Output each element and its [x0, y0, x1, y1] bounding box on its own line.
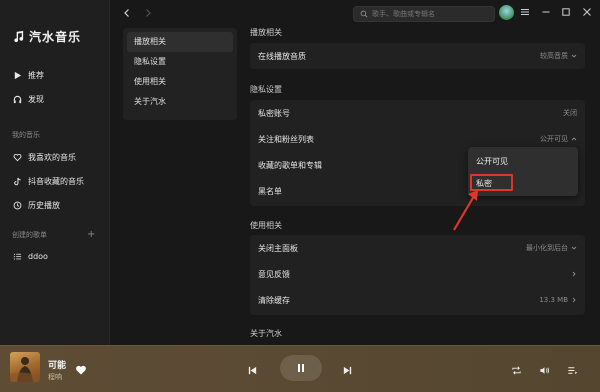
- previous-track-icon[interactable]: [246, 364, 258, 376]
- chevron-down-icon: [571, 246, 577, 250]
- nav-item-label: 历史播放: [28, 200, 60, 210]
- follow-list-select[interactable]: 公开可见: [540, 134, 577, 144]
- settings-tab-about[interactable]: 关于汽水: [127, 92, 233, 112]
- row-label: 关注和粉丝列表: [258, 134, 314, 144]
- nav-item-history[interactable]: 历史播放: [12, 198, 60, 212]
- app-logo: 汽水音乐: [12, 28, 81, 45]
- nav-item-label: 发现: [28, 94, 44, 104]
- section-title-about: 关于汽水: [250, 329, 282, 338]
- chevron-down-icon: [571, 54, 577, 58]
- album-art-icon: [10, 357, 40, 382]
- row-value: 关闭: [563, 109, 577, 117]
- nav-item-label: 我喜欢的音乐: [28, 152, 76, 162]
- nav-item-recommend[interactable]: 推荐: [12, 68, 44, 82]
- music-note-logo-icon: [14, 30, 24, 43]
- usage-card: 关闭主面板 最小化到后台 意见反馈 清除缓存 13.3 MB: [250, 235, 585, 315]
- chevron-right-icon: [572, 297, 576, 303]
- song-artist[interactable]: 程响: [48, 372, 62, 382]
- sidebar: 汽水音乐 推荐 发现 我的音乐 我喜欢的音乐 抖音收藏的音乐 历史播放 创建的歌…: [0, 0, 110, 345]
- app-name: 汽水音乐: [29, 30, 82, 44]
- section-title-playback: 播放相关: [250, 28, 282, 37]
- my-music-label: 我的音乐: [12, 131, 40, 139]
- repeat-icon[interactable]: [510, 364, 522, 376]
- next-track-icon[interactable]: [341, 364, 353, 376]
- close-panel-select[interactable]: 最小化到后台: [526, 243, 577, 253]
- row-label: 清除缓存: [258, 295, 290, 305]
- nav-item-liked-music[interactable]: 我喜欢的音乐: [12, 150, 76, 164]
- row-value: 公开可见: [540, 135, 568, 143]
- album-cover[interactable]: [10, 352, 40, 382]
- section-title-privacy: 隐私设置: [250, 85, 282, 94]
- back-arrow-icon[interactable]: [122, 8, 132, 18]
- playback-card: 在线播放音质 较高音质: [250, 43, 585, 69]
- playlist-item-ddoo[interactable]: ddoo: [12, 249, 48, 263]
- row-value: 13.3 MB: [539, 296, 568, 304]
- pause-button[interactable]: [280, 355, 322, 381]
- volume-icon[interactable]: [538, 364, 550, 376]
- settings-tab-usage[interactable]: 使用相关: [127, 72, 233, 92]
- row-value: 较高音质: [540, 52, 568, 60]
- row-private-account[interactable]: 私密账号 关闭: [250, 100, 585, 126]
- nav-item-douyin-favorites[interactable]: 抖音收藏的音乐: [12, 174, 84, 188]
- player-bar: 可能 程响: [0, 345, 600, 392]
- like-heart-icon[interactable]: [75, 364, 87, 376]
- option-public[interactable]: 公开可见: [476, 156, 508, 167]
- created-playlists-label: 创建的歌单: [12, 231, 47, 239]
- add-playlist-button[interactable]: +: [87, 229, 95, 240]
- chevron-right-icon: [572, 271, 576, 277]
- settings-tab-privacy[interactable]: 隐私设置: [127, 52, 233, 72]
- settings-menu: 播放相关 隐私设置 使用相关 关于汽水: [123, 28, 237, 120]
- row-value: [571, 271, 577, 277]
- playlist-queue-icon[interactable]: [566, 364, 578, 376]
- heart-icon: [12, 152, 22, 162]
- section-title-usage: 使用相关: [250, 221, 282, 230]
- row-feedback[interactable]: 意见反馈: [250, 261, 585, 287]
- nav-item-discover[interactable]: 发现: [12, 92, 44, 106]
- row-label: 黑名单: [258, 186, 282, 196]
- song-title: 可能: [48, 361, 67, 371]
- row-value: 最小化到后台: [526, 244, 568, 252]
- headphones-icon: [12, 94, 22, 104]
- list-icon: [12, 251, 22, 261]
- row-label: 意见反馈: [258, 269, 290, 279]
- nav-item-label: 推荐: [28, 70, 44, 80]
- row-label: 在线播放音质: [258, 51, 306, 61]
- row-online-quality[interactable]: 在线播放音质 较高音质: [250, 43, 585, 69]
- forward-arrow-icon[interactable]: [143, 8, 153, 18]
- cache-size: 13.3 MB: [539, 296, 577, 304]
- playlist-label: ddoo: [28, 251, 48, 261]
- clock-icon: [12, 200, 22, 210]
- pause-icon: [298, 364, 304, 372]
- app-window: 汽水音乐 推荐 发现 我的音乐 我喜欢的音乐 抖音收藏的音乐 历史播放 创建的歌…: [0, 0, 600, 392]
- row-label: 私密账号: [258, 108, 290, 118]
- row-label: 收藏的歌单和专辑: [258, 160, 322, 170]
- row-clear-cache[interactable]: 清除缓存 13.3 MB: [250, 287, 585, 313]
- tiktok-icon: [12, 176, 22, 186]
- quality-select[interactable]: 较高音质: [540, 51, 577, 61]
- row-close-panel[interactable]: 关闭主面板 最小化到后台: [250, 235, 585, 261]
- nav-item-label: 抖音收藏的音乐: [28, 176, 84, 186]
- play-icon: [12, 70, 22, 80]
- row-label: 关闭主面板: [258, 243, 298, 253]
- settings-tab-playback[interactable]: 播放相关: [127, 32, 233, 52]
- red-arrow-annotation-icon: [453, 190, 478, 231]
- chevron-up-icon: [571, 137, 577, 141]
